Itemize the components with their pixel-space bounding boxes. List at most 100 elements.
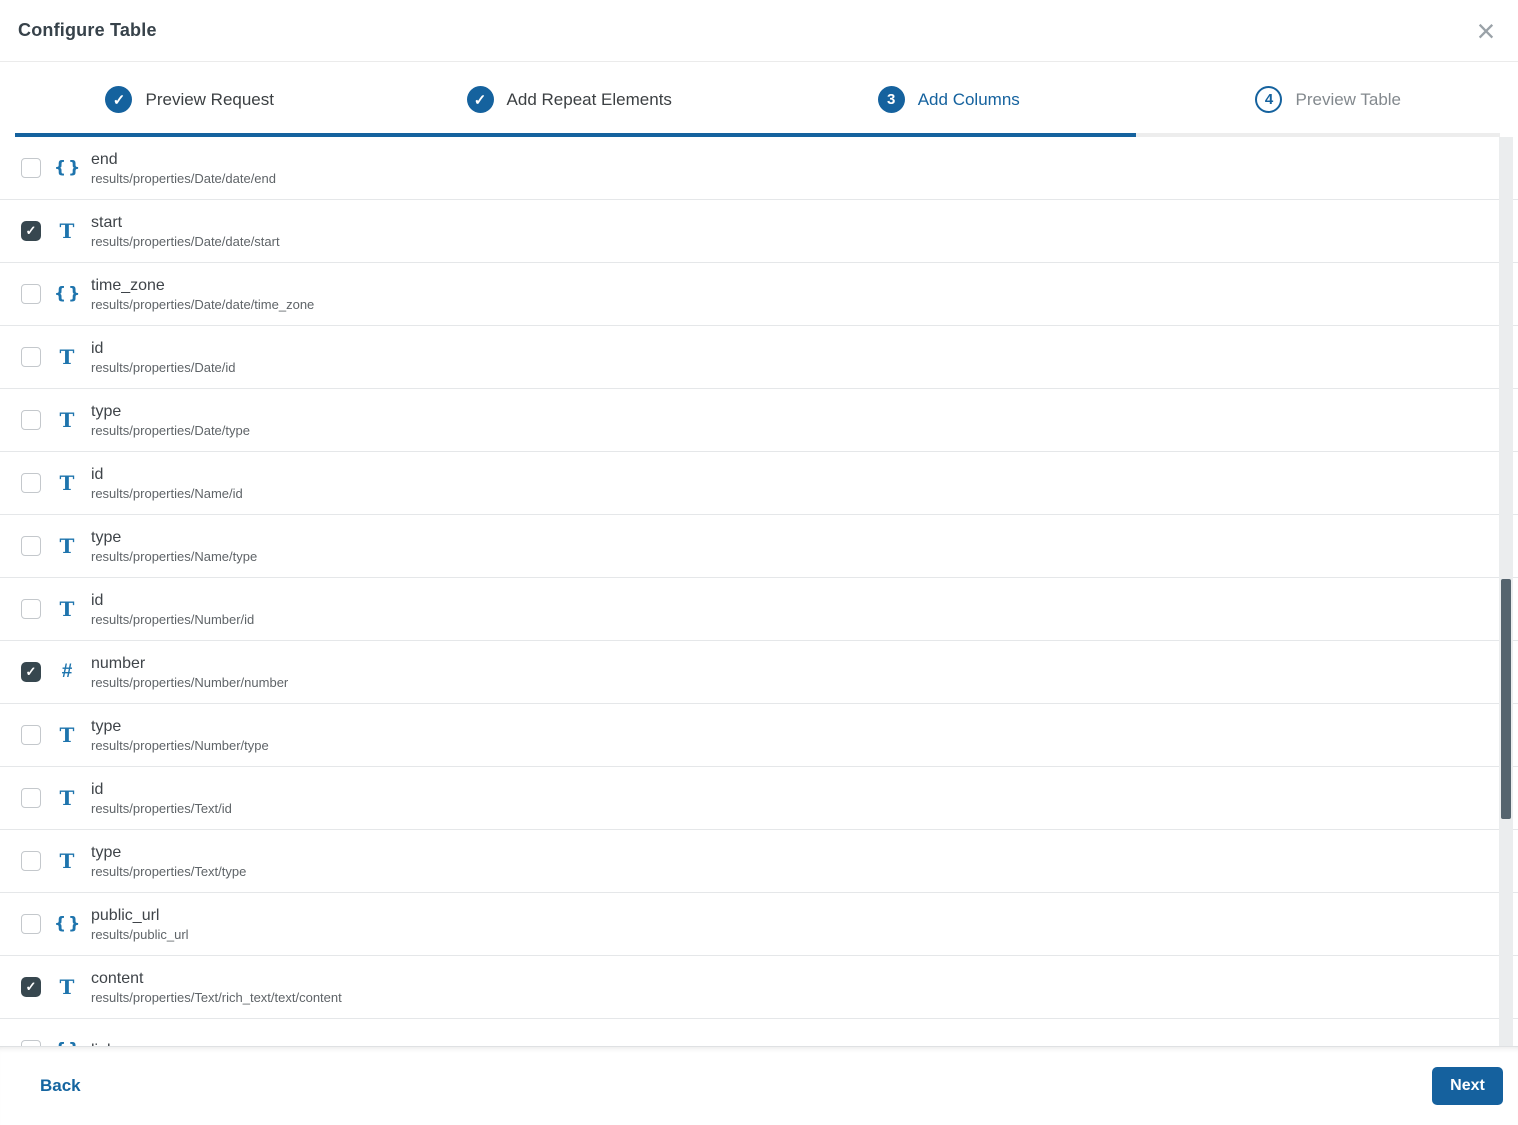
field-name: type <box>91 403 122 420</box>
step-add-repeat-elements[interactable]: ✓ Add Repeat Elements <box>380 62 760 137</box>
text-type-icon: T <box>59 471 75 495</box>
close-button[interactable]: × <box>1468 13 1504 49</box>
scrollbar-track[interactable] <box>1499 137 1513 1046</box>
field-checkbox[interactable] <box>21 788 41 808</box>
field-name: type <box>91 844 122 861</box>
field-text: content results/properties/Text/rich_tex… <box>91 968 342 1006</box>
step-add-columns[interactable]: 3 Add Columns <box>759 62 1139 137</box>
dialog-header: Configure Table × <box>0 0 1518 62</box>
field-checkbox[interactable] <box>21 347 41 367</box>
dialog-title: Configure Table <box>18 20 157 40</box>
field-text: type results/properties/Number/type <box>91 716 269 754</box>
field-text: id results/properties/Date/id <box>91 338 236 376</box>
field-list-viewport: {} end results/properties/Date/date/end … <box>0 137 1518 1046</box>
field-name: id <box>91 466 104 483</box>
field-checkbox[interactable]: ✓ <box>21 221 41 241</box>
field-checkbox[interactable]: ✓ <box>21 977 41 997</box>
field-row-12-public_url[interactable]: {} public_url results/public_url <box>0 893 1518 956</box>
field-path: results/properties/Text/id <box>91 801 232 816</box>
field-text: id results/properties/Text/id <box>91 779 232 817</box>
field-name: number <box>91 655 146 672</box>
field-text: id results/properties/Number/id <box>91 590 254 628</box>
object-type-icon: {} <box>54 1040 80 1046</box>
field-checkbox[interactable] <box>21 158 41 178</box>
back-button[interactable]: Back <box>40 1076 81 1096</box>
field-checkbox[interactable] <box>21 725 41 745</box>
field-checkbox[interactable] <box>21 851 41 871</box>
field-list: {} end results/properties/Date/date/end … <box>0 137 1518 1046</box>
field-row-10-id[interactable]: T id results/properties/Text/id <box>0 767 1518 830</box>
step-label: Add Columns <box>917 89 1020 109</box>
step-check-icon: ✓ <box>105 86 133 113</box>
field-row-13-content[interactable]: ✓ T content results/properties/Text/rich… <box>0 956 1518 1019</box>
field-checkbox[interactable] <box>21 914 41 934</box>
field-text: end results/properties/Date/date/end <box>91 149 276 187</box>
field-text: public_url results/public_url <box>91 905 189 943</box>
field-name: type <box>91 718 122 735</box>
field-name: id <box>91 592 104 609</box>
field-text: start results/properties/Date/date/start <box>91 212 280 250</box>
stepper: ✓ Preview Request ✓ Add Repeat Elements … <box>0 62 1518 137</box>
field-row-6-type[interactable]: T type results/properties/Name/type <box>0 515 1518 578</box>
step-preview-request[interactable]: ✓ Preview Request <box>0 62 380 137</box>
text-type-icon: T <box>59 849 75 873</box>
step-number-badge: 3 <box>877 86 905 113</box>
field-name: start <box>91 214 123 231</box>
field-path: results/properties/Name/id <box>91 486 243 501</box>
field-path: results/properties/Number/id <box>91 612 255 627</box>
field-row-0-end[interactable]: {} end results/properties/Date/date/end <box>0 137 1518 200</box>
field-row-5-id[interactable]: T id results/properties/Name/id <box>0 452 1518 515</box>
text-type-icon: T <box>59 723 75 747</box>
field-name: time_zone <box>91 277 165 294</box>
field-row-2-time_zone[interactable]: {} time_zone results/properties/Date/dat… <box>0 263 1518 326</box>
field-text: type results/properties/Text/type <box>91 842 246 880</box>
step-preview-table[interactable]: 4 Preview Table <box>1139 62 1518 137</box>
text-type-icon: T <box>59 219 75 243</box>
field-text: type results/properties/Name/type <box>91 527 257 565</box>
field-checkbox[interactable] <box>21 284 41 304</box>
field-checkbox[interactable] <box>21 473 41 493</box>
stepper-wrap: ✓ Preview Request ✓ Add Repeat Elements … <box>0 62 1518 137</box>
field-row-8-number[interactable]: ✓ # number results/properties/Number/num… <box>0 641 1518 704</box>
field-checkbox[interactable] <box>21 410 41 430</box>
field-row-9-type[interactable]: T type results/properties/Number/type <box>0 704 1518 767</box>
field-checkbox[interactable]: ✓ <box>21 662 41 682</box>
step-label: Add Repeat Elements <box>506 89 672 109</box>
field-path: results/properties/Date/date/time_zone <box>91 297 315 312</box>
field-path: results/properties/Name/type <box>91 549 258 564</box>
field-path: results/properties/Date/date/end <box>91 171 276 186</box>
field-path: results/properties/Number/number <box>91 675 289 690</box>
field-name: link <box>91 1040 115 1047</box>
next-button[interactable]: Next <box>1432 1067 1503 1105</box>
field-name: end <box>91 151 118 168</box>
field-path: results/properties/Text/rich_text/text/c… <box>91 990 342 1005</box>
field-checkbox[interactable] <box>21 599 41 619</box>
field-row-3-id[interactable]: T id results/properties/Date/id <box>0 326 1518 389</box>
field-name: content <box>91 970 144 987</box>
configure-table-dialog: Configure Table × ✓ Preview Request ✓ Ad… <box>0 0 1518 1125</box>
field-path: results/properties/Number/type <box>91 738 269 753</box>
field-row-14-link[interactable]: {} link <box>0 1019 1518 1046</box>
field-row-11-type[interactable]: T type results/properties/Text/type <box>0 830 1518 893</box>
field-text: link <box>91 1040 115 1047</box>
field-row-1-start[interactable]: ✓ T start results/properties/Date/date/s… <box>0 200 1518 263</box>
text-type-icon: T <box>59 534 75 558</box>
close-icon: × <box>1476 12 1496 49</box>
field-checkbox[interactable] <box>21 536 41 556</box>
field-row-4-type[interactable]: T type results/properties/Date/type <box>0 389 1518 452</box>
field-text: number results/properties/Number/number <box>91 653 288 691</box>
field-path: results/public_url <box>91 927 189 942</box>
step-label: Preview Table <box>1295 89 1402 109</box>
step-label: Preview Request <box>145 89 274 109</box>
field-path: results/properties/Text/type <box>91 864 247 879</box>
text-type-icon: T <box>59 345 75 369</box>
field-row-7-id[interactable]: T id results/properties/Number/id <box>0 578 1518 641</box>
scrollbar-thumb[interactable] <box>1501 579 1511 819</box>
field-path: results/properties/Date/id <box>91 360 236 375</box>
field-checkbox[interactable] <box>21 1040 41 1046</box>
dialog-footer: Back Next <box>0 1046 1518 1125</box>
step-number-badge: 4 <box>1255 86 1283 113</box>
field-text: type results/properties/Date/type <box>91 401 250 439</box>
text-type-icon: T <box>59 786 75 810</box>
field-text: time_zone results/properties/Date/date/t… <box>91 275 314 313</box>
